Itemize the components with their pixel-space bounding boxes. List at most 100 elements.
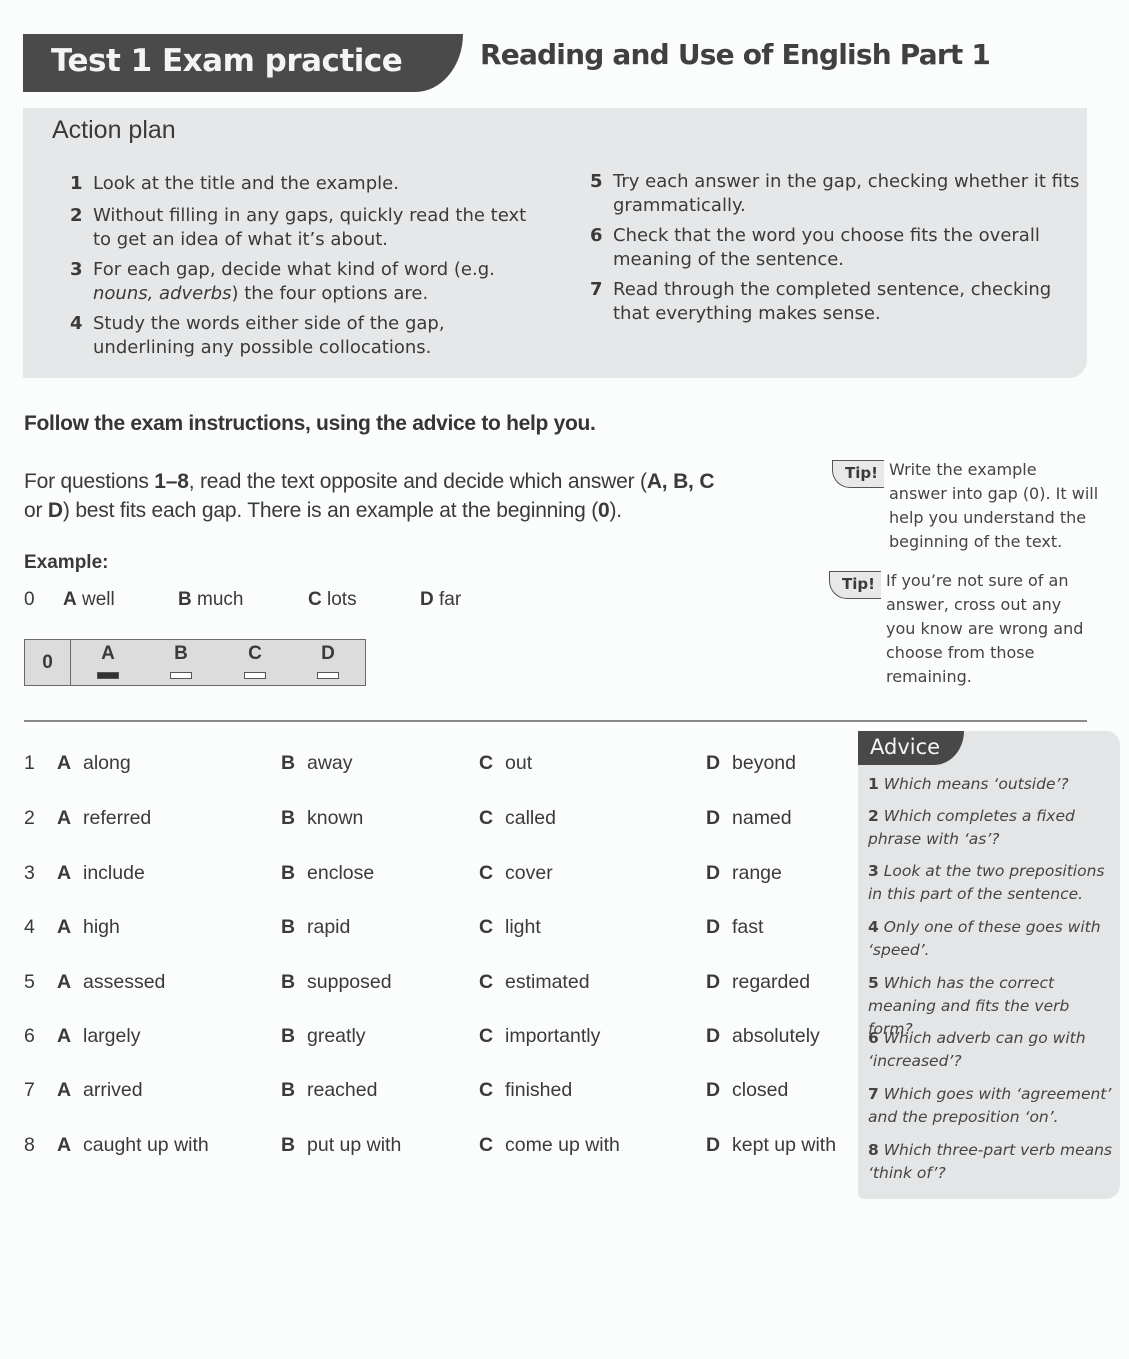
answer-option-d[interactable]: Dclosed (706, 1079, 788, 1102)
advice-number: 5 (868, 974, 879, 992)
question-row: 6 Alargely Bgreatly Cimportantly Dabsolutely (24, 1025, 854, 1053)
answer-mark-b[interactable] (170, 672, 192, 679)
answer-option-d[interactable]: Dbeyond (706, 752, 796, 775)
advice-number: 2 (868, 807, 879, 825)
answer-option-d[interactable]: Dnamed (706, 807, 792, 830)
answer-option-a[interactable]: Acaught up with (57, 1134, 209, 1157)
option-letter: B (281, 1025, 296, 1047)
action-plan-item: 1 Look at the title and the example. (70, 172, 540, 196)
advice-text: Which means ‘outside’? (883, 775, 1069, 793)
option-word: come up with (505, 1134, 620, 1156)
option-word: enclose (307, 862, 375, 884)
answer-option-d[interactable]: Dkept up with (706, 1134, 836, 1157)
advice-text: Look at the two prepositions in this par… (868, 862, 1105, 903)
answer-option-a[interactable]: Aalong (57, 752, 131, 775)
answer-option-a[interactable]: Aassessed (57, 971, 165, 994)
answer-option-d[interactable]: Drange (706, 862, 782, 885)
option-letter: D (706, 1025, 721, 1047)
item-number: 3 (70, 259, 83, 280)
option-word: much (197, 589, 244, 610)
instr-bold: 0 (598, 499, 610, 522)
advice-number: 8 (868, 1141, 879, 1159)
test-title-tab: Test 1 Exam practice (23, 34, 463, 92)
advice-text: Which goes with ‘agreement’ and the prep… (868, 1085, 1112, 1126)
answer-option-c[interactable]: Cout (479, 752, 532, 775)
advice-item: 2 Which completes a fixed phrase with ‘a… (868, 805, 1118, 851)
option-word: far (439, 589, 462, 610)
option-word: out (505, 752, 533, 774)
instr-text: or (24, 499, 48, 522)
answer-option-b[interactable]: Bgreatly (281, 1025, 366, 1048)
option-letter: A (57, 1079, 72, 1101)
item-text: Check that the word you choose fits the … (613, 225, 1040, 270)
option-word: largely (83, 1025, 141, 1047)
answer-option-c[interactable]: Cimportantly (479, 1025, 600, 1048)
advice-item: 6 Which adverb can go with ‘increased’? (868, 1027, 1118, 1073)
option-word: assessed (83, 971, 166, 993)
answer-sheet-letter: C (248, 643, 262, 664)
answer-option-b[interactable]: Brapid (281, 916, 350, 939)
option-letter: C (479, 862, 494, 884)
option-word: range (732, 862, 782, 884)
answer-option-a[interactable]: Areferred (57, 807, 151, 830)
item-text-part: For each gap, decide what kind of word (… (93, 259, 495, 280)
answer-option-b[interactable]: Benclose (281, 862, 374, 885)
option-letter: A (57, 807, 72, 829)
answer-option-a[interactable]: Ahigh (57, 916, 120, 939)
answer-option-a[interactable]: Alargely (57, 1025, 140, 1048)
option-word: lots (327, 589, 357, 610)
answer-option-d[interactable]: Dabsolutely (706, 1025, 820, 1048)
option-word: include (83, 862, 145, 884)
question-number: 5 (24, 971, 35, 993)
option-word: rapid (307, 916, 351, 938)
answer-option-c[interactable]: Cestimated (479, 971, 590, 994)
answer-option-c[interactable]: Clight (479, 916, 541, 939)
answer-option-b[interactable]: Bsupposed (281, 971, 392, 994)
option-letter: D (706, 807, 721, 829)
question-number: 2 (24, 807, 35, 829)
advice-number: 1 (868, 775, 879, 793)
answer-option-a[interactable]: Ainclude (57, 862, 145, 885)
option-word: called (505, 807, 556, 829)
answer-mark-a-filled[interactable] (97, 672, 119, 679)
answer-mark-c[interactable] (244, 672, 266, 679)
option-word: put up with (307, 1134, 402, 1156)
option-word: away (307, 752, 353, 774)
answer-option-c[interactable]: Ccover (479, 862, 553, 885)
example-option-a: A well (63, 589, 115, 611)
answer-option-c[interactable]: Ccalled (479, 807, 556, 830)
option-letter: B (281, 1134, 296, 1156)
option-letter: C (479, 1134, 494, 1156)
answer-option-b[interactable]: Breached (281, 1079, 377, 1102)
answer-option-c[interactable]: Ccome up with (479, 1134, 620, 1157)
action-plan-item: 7 Read through the completed sentence, c… (590, 278, 1080, 326)
question-number: 7 (24, 1079, 35, 1101)
tip-badge: Tip! (829, 571, 881, 599)
answer-option-d[interactable]: Dregarded (706, 971, 810, 994)
example-option-d: D far (420, 589, 461, 611)
option-word: caught up with (83, 1134, 209, 1156)
answer-mark-d[interactable] (317, 672, 339, 679)
advice-number: 6 (868, 1029, 879, 1047)
item-text: Read through the completed sentence, che… (613, 279, 1052, 324)
option-word: importantly (505, 1025, 601, 1047)
answer-option-d[interactable]: Dfast (706, 916, 763, 939)
option-letter: D (706, 1079, 721, 1101)
instr-text: ) best fits each gap. There is an exampl… (62, 499, 598, 522)
item-number: 1 (70, 173, 83, 194)
instr-text: For questions (24, 470, 155, 493)
action-plan-title: Action plan (52, 116, 176, 144)
answer-option-b[interactable]: Baway (281, 752, 353, 775)
answer-option-b[interactable]: Bknown (281, 807, 363, 830)
answer-option-c[interactable]: Cfinished (479, 1079, 572, 1102)
option-word: finished (505, 1079, 573, 1101)
answer-option-a[interactable]: Aarrived (57, 1079, 143, 1102)
answer-option-b[interactable]: Bput up with (281, 1134, 401, 1157)
item-number: 5 (590, 171, 603, 192)
option-word: greatly (307, 1025, 366, 1047)
advice-item: 7 Which goes with ‘agreement’ and the pr… (868, 1083, 1118, 1129)
advice-title: Advice (858, 731, 964, 765)
option-word: named (732, 807, 792, 829)
item-number: 4 (70, 313, 83, 334)
instr-bold: A, B, C (646, 470, 715, 493)
